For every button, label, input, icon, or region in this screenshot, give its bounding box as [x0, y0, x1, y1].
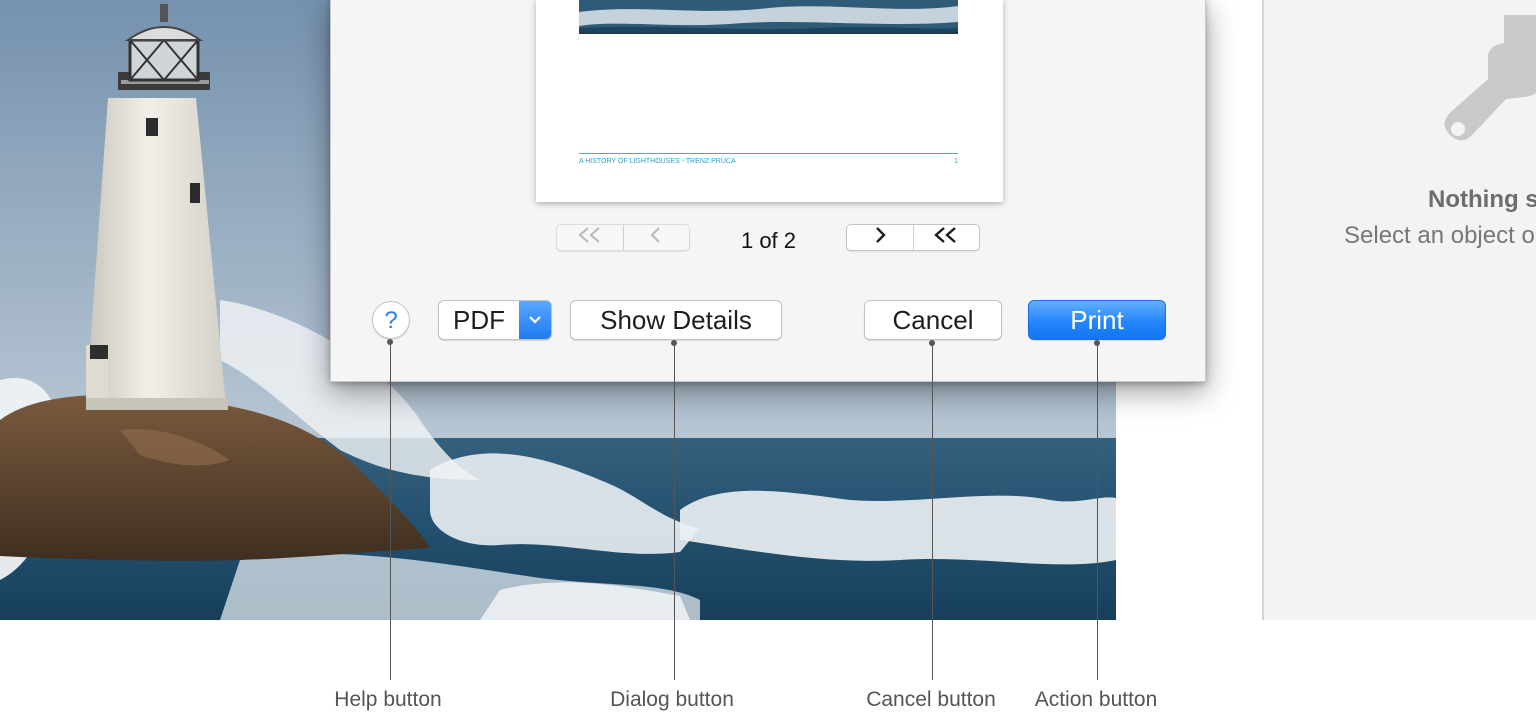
- action-callout-line: [1097, 343, 1098, 680]
- previous-page-button[interactable]: [622, 225, 690, 250]
- pager-back-group: [556, 224, 690, 251]
- help-button[interactable]: ?: [372, 301, 410, 339]
- help-callout-dot: [387, 339, 393, 345]
- double-chevron-icon: [933, 226, 959, 249]
- last-page-button[interactable]: [912, 225, 980, 250]
- page-footer-text: A HISTORY OF LIGHTHOUSES - TRENZ PRUCA: [579, 158, 736, 165]
- pager-forward-group: [846, 224, 980, 251]
- help-button-callout: Help button: [334, 688, 442, 711]
- next-page-button[interactable]: [847, 225, 913, 250]
- page-indicator: 1 of 2: [740, 228, 797, 253]
- inspector-panel: Nothing s Select an object o: [1262, 0, 1536, 620]
- double-chevron-left-icon: [577, 227, 603, 248]
- dialog-callout-dot: [671, 340, 677, 346]
- preview-photo: [579, 0, 958, 34]
- cancel-callout-line: [932, 343, 933, 680]
- print-preview-page: A HISTORY OF LIGHTHOUSES - TRENZ PRUCA 1: [536, 0, 1003, 202]
- pdf-menu-label: PDF: [453, 304, 505, 335]
- cancel-button-callout: Cancel button: [866, 688, 996, 711]
- cancel-button[interactable]: Cancel: [864, 300, 1002, 340]
- cancel-callout-dot: [929, 340, 935, 346]
- chevron-down-icon: [519, 301, 551, 339]
- action-callout-dot: [1094, 340, 1100, 346]
- dialog-button-callout: Dialog button: [610, 688, 734, 711]
- chevron-left-icon: [649, 227, 663, 248]
- print-button[interactable]: Print: [1028, 300, 1166, 340]
- help-callout-line: [390, 342, 391, 680]
- show-details-button[interactable]: Show Details: [570, 300, 782, 340]
- print-sheet: A HISTORY OF LIGHTHOUSES - TRENZ PRUCA 1…: [330, 0, 1206, 382]
- page-footer-number: 1: [954, 158, 958, 165]
- chevron-right-icon: [873, 226, 887, 249]
- dialog-callout-line: [674, 343, 675, 680]
- question-mark-icon: ?: [384, 306, 398, 334]
- inspector-title: Nothing s: [1428, 186, 1536, 213]
- footer-rule: [579, 153, 958, 154]
- paintbrush-icon: [1444, 15, 1536, 170]
- action-button-callout: Action button: [1034, 688, 1158, 711]
- first-page-button[interactable]: [557, 225, 623, 250]
- pdf-menu-button[interactable]: PDF: [438, 300, 552, 340]
- inspector-subtitle: Select an object o: [1344, 222, 1535, 249]
